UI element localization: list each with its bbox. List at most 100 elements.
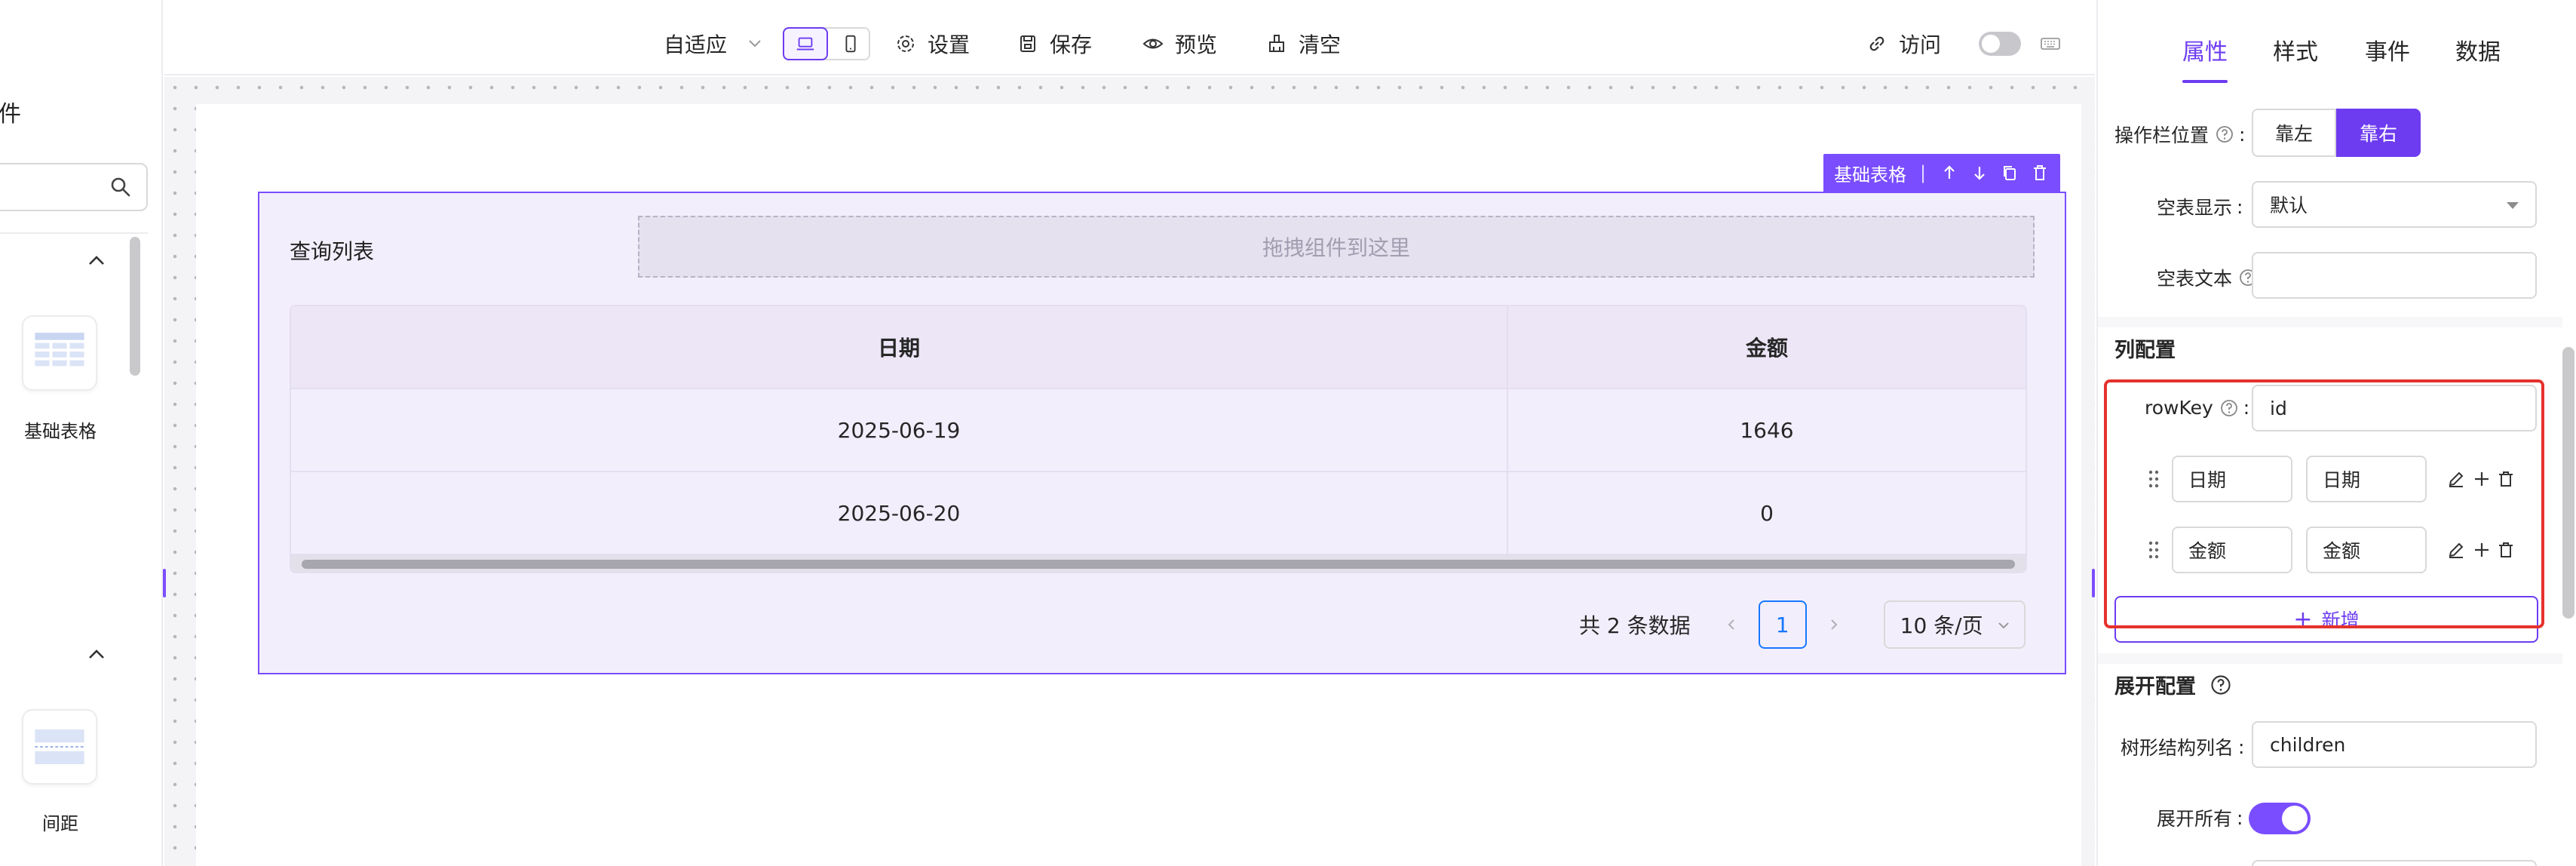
component-drop-zone[interactable]: 拖拽组件到这里 xyxy=(638,216,2035,278)
tree-column-input[interactable]: children xyxy=(2252,721,2537,768)
arrow-down-icon[interactable] xyxy=(1970,163,1989,183)
component-panel-scrollbar[interactable] xyxy=(130,237,140,376)
label-colon: : xyxy=(2237,195,2243,218)
component-card-table[interactable] xyxy=(22,315,97,391)
edit-icon[interactable] xyxy=(2446,469,2466,489)
drag-handle-icon[interactable] xyxy=(2146,539,2161,561)
component-panel-title: 件 xyxy=(0,101,21,127)
basic-table-block[interactable]: 查询列表 拖拽组件到这里 日期 金额 2025-06-19 1646 2025-… xyxy=(258,192,2066,674)
block-label: 基础表格 xyxy=(1834,164,1906,186)
arrow-up-icon[interactable] xyxy=(1940,163,1959,183)
table-scrollbar-thumb[interactable] xyxy=(302,560,2015,569)
clear-label: 清空 xyxy=(1299,32,1342,57)
tab-events[interactable]: 事件 xyxy=(2365,33,2410,66)
theme-toggle[interactable] xyxy=(1979,32,2021,56)
row-key-input[interactable]: id xyxy=(2252,385,2537,431)
action-bar-position-toggle: 靠左 靠右 xyxy=(2252,109,2421,157)
spacing-icon xyxy=(35,729,84,765)
column-field-input[interactable]: 日期 xyxy=(2306,456,2427,502)
chevron-up-icon[interactable] xyxy=(84,643,109,667)
align-left-option[interactable]: 靠左 xyxy=(2252,109,2336,157)
mobile-view-button[interactable] xyxy=(828,27,873,60)
panel-divider xyxy=(0,232,148,234)
edit-icon[interactable] xyxy=(2446,540,2466,560)
empty-display-select[interactable]: 默认 xyxy=(2252,181,2537,228)
table-row[interactable]: 2025-06-20 0 xyxy=(291,472,2026,555)
label-colon: : xyxy=(2239,123,2246,146)
page-surface[interactable]: 基础表格 | 查询列表 拖拽组件到这里 日期 金额 2025-06-19 164… xyxy=(196,104,2081,866)
delete-icon[interactable] xyxy=(2496,540,2516,560)
column-header-amount[interactable]: 金额 xyxy=(1508,306,2026,388)
clear-button[interactable]: 清空 xyxy=(1265,0,1341,88)
label-colon: : xyxy=(2243,397,2250,419)
search-icon[interactable] xyxy=(109,175,133,199)
column-field-input[interactable]: 金额 xyxy=(2306,527,2427,573)
delete-icon[interactable] xyxy=(2496,469,2516,489)
table-cell-date: 2025-06-19 xyxy=(291,389,1508,471)
tab-data[interactable]: 数据 xyxy=(2455,33,2501,66)
block-toolbar-separator: | xyxy=(1920,162,1927,183)
next-property-input[interactable] xyxy=(2252,860,2537,866)
add-column-button[interactable]: + 新增 xyxy=(2114,596,2538,643)
keyboard-button[interactable] xyxy=(2039,0,2062,88)
expand-all-text: 展开所有 xyxy=(2157,808,2233,830)
empty-display-value: 默认 xyxy=(2270,195,2308,216)
save-button[interactable]: 保存 xyxy=(1017,0,1092,88)
column-title-input[interactable]: 日期 xyxy=(2172,456,2292,502)
component-search-input[interactable] xyxy=(0,163,148,211)
keyboard-icon xyxy=(2041,38,2060,50)
preview-button[interactable]: 预览 xyxy=(1142,0,1217,88)
component-card-spacing[interactable] xyxy=(22,709,97,785)
design-canvas[interactable]: 基础表格 | 查询列表 拖拽组件到这里 日期 金额 2025-06-19 164… xyxy=(163,77,2095,866)
table-icon xyxy=(35,333,84,367)
page-number-button[interactable]: 1 xyxy=(1758,600,1807,649)
delete-icon[interactable] xyxy=(2030,163,2050,183)
add-column-label: 新增 xyxy=(2321,610,2360,631)
help-icon[interactable] xyxy=(2210,674,2232,696)
expand-config-title-text: 展开配置 xyxy=(2114,675,2196,699)
column-header-date[interactable]: 日期 xyxy=(291,306,1508,388)
next-page-button[interactable] xyxy=(1819,617,1849,632)
expand-all-label: 展开所有 : xyxy=(2157,804,2243,831)
align-right-option[interactable]: 靠右 xyxy=(2336,109,2421,157)
chevron-down-icon xyxy=(1998,622,2009,629)
empty-text-input[interactable] xyxy=(2252,252,2537,299)
save-icon xyxy=(1020,35,1035,52)
tab-style[interactable]: 样式 xyxy=(2273,33,2318,66)
plus-icon[interactable] xyxy=(2472,540,2492,560)
column-title-input[interactable]: 金额 xyxy=(2172,527,2292,573)
settings-button[interactable]: 设置 xyxy=(894,0,970,88)
data-table: 日期 金额 2025-06-19 1646 2025-06-20 0 xyxy=(290,305,2027,573)
column-field-value: 金额 xyxy=(2323,540,2361,562)
help-icon[interactable] xyxy=(2219,398,2239,418)
page-size-value: 10 条/页 xyxy=(1900,613,1983,638)
drag-handle-icon[interactable] xyxy=(2146,468,2161,490)
gear-icon xyxy=(897,35,914,52)
section-divider xyxy=(2098,653,2562,664)
pagination: 共 2 条数据 1 10 条/页 xyxy=(1579,600,2026,649)
table-horizontal-scrollbar[interactable] xyxy=(291,555,2026,572)
page-size-select[interactable]: 10 条/页 xyxy=(1883,600,2026,649)
desktop-view-button[interactable] xyxy=(783,27,828,60)
row-key-value: id xyxy=(2270,397,2287,419)
layout-mode-select[interactable]: 自适应 xyxy=(664,0,766,88)
chevron-up-icon[interactable] xyxy=(84,249,109,273)
visit-button[interactable]: 访问 xyxy=(1866,0,1941,88)
tab-properties[interactable]: 属性 xyxy=(2182,33,2228,66)
row-key-text: rowKey xyxy=(2145,397,2213,419)
help-icon[interactable] xyxy=(2215,124,2234,144)
prev-page-button[interactable] xyxy=(1716,617,1746,632)
expand-all-switch[interactable] xyxy=(2249,803,2311,834)
table-cell-date: 2025-06-20 xyxy=(291,472,1508,554)
column-field-value: 日期 xyxy=(2323,469,2361,491)
plus-icon[interactable] xyxy=(2472,469,2492,489)
visit-label: 访问 xyxy=(1899,32,1942,57)
row-key-label: rowKey : xyxy=(2145,397,2249,419)
copy-icon[interactable] xyxy=(2000,163,2019,183)
empty-display-label: 空表显示 : xyxy=(2157,193,2243,220)
active-tab-indicator xyxy=(2182,80,2228,83)
properties-panel-scrollbar[interactable] xyxy=(2562,347,2574,619)
section-divider xyxy=(2098,317,2562,327)
chevron-down-icon xyxy=(749,40,761,48)
table-row[interactable]: 2025-06-19 1646 xyxy=(291,389,2026,472)
